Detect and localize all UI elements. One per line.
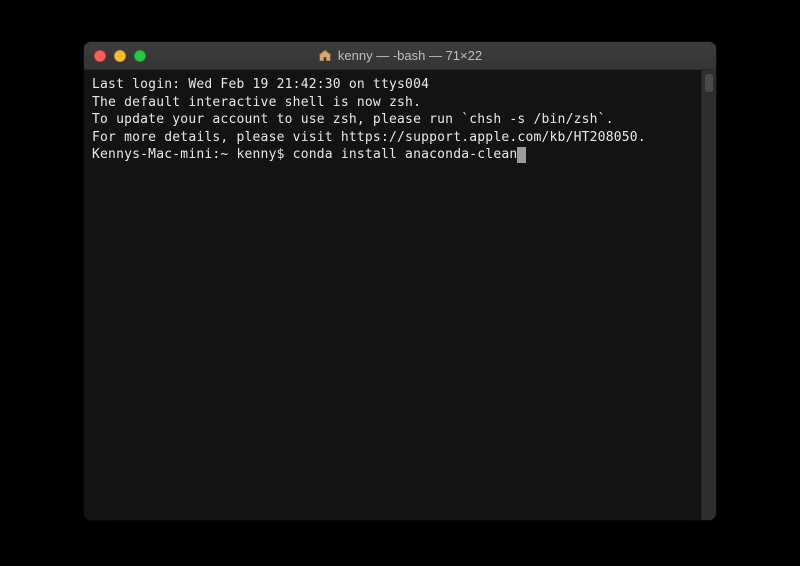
prompt-line: Kennys-Mac-mini:~ kenny$ conda install a… bbox=[92, 146, 693, 164]
home-icon bbox=[318, 49, 332, 62]
terminal-line: The default interactive shell is now zsh… bbox=[92, 94, 693, 112]
prompt: Kennys-Mac-mini:~ kenny$ bbox=[92, 146, 293, 164]
terminal-line: For more details, please visit https://s… bbox=[92, 129, 693, 147]
close-icon[interactable] bbox=[94, 50, 106, 62]
scrollbar-thumb[interactable] bbox=[705, 74, 713, 92]
terminal-body: Last login: Wed Feb 19 21:42:30 on ttys0… bbox=[84, 70, 716, 520]
cursor bbox=[517, 147, 525, 163]
terminal-line: To update your account to use zsh, pleas… bbox=[92, 111, 693, 129]
traffic-lights bbox=[94, 50, 146, 62]
scrollbar-track[interactable] bbox=[701, 70, 716, 520]
minimize-icon[interactable] bbox=[114, 50, 126, 62]
command-input[interactable]: conda install anaconda-clean bbox=[293, 146, 518, 164]
window-title-container: kenny — -bash — 71×22 bbox=[84, 48, 716, 63]
terminal-line: Last login: Wed Feb 19 21:42:30 on ttys0… bbox=[92, 76, 693, 94]
terminal-window: kenny — -bash — 71×22 Last login: Wed Fe… bbox=[84, 42, 716, 520]
zoom-icon[interactable] bbox=[134, 50, 146, 62]
terminal-content[interactable]: Last login: Wed Feb 19 21:42:30 on ttys0… bbox=[84, 70, 701, 520]
titlebar[interactable]: kenny — -bash — 71×22 bbox=[84, 42, 716, 70]
window-title: kenny — -bash — 71×22 bbox=[338, 48, 482, 63]
